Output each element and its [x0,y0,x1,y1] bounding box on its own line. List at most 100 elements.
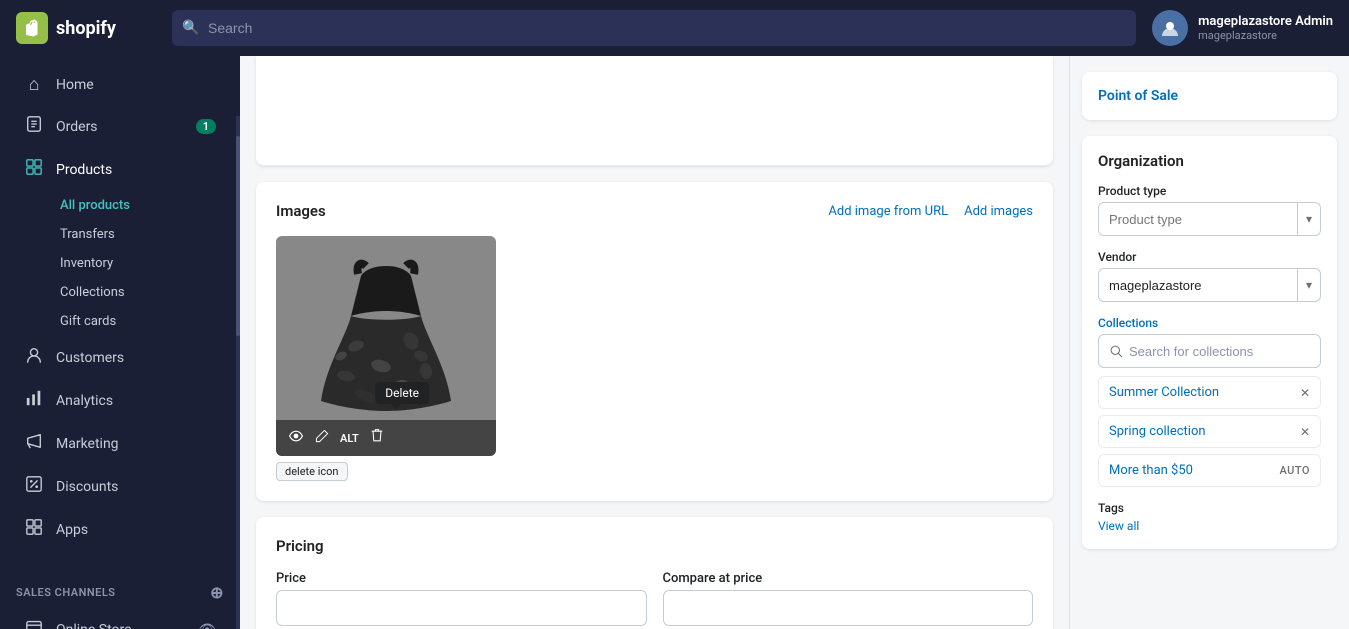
pricing-title: Pricing [276,537,1033,555]
vendor-select[interactable]: ▾ [1098,268,1321,302]
sidebar-item-discounts[interactable]: Discounts [8,465,232,508]
pos-title: Point of Sale [1098,88,1321,104]
sidebar-sub-transfers[interactable]: Transfers [8,220,232,249]
delete-icon-label: delete icon [276,462,348,481]
user-info: mageplazastore Admin mageplazastore [1198,14,1333,42]
product-image-thumbnail: ALT Delete [276,236,496,456]
remove-summer-collection-button[interactable]: ✕ [1300,386,1310,400]
search-icon: 🔍 [182,20,199,36]
auto-badge: AUTO [1279,464,1310,477]
marketing-icon [24,432,44,455]
collection-auto-more50: More than $50 AUTO [1098,454,1321,487]
sub-item-label: Gift cards [60,314,116,329]
sub-item-label: Transfers [60,227,115,242]
sidebar-item-label: Discounts [56,479,118,495]
pricing-grid: Price Compare at price [276,571,1033,626]
sidebar-item-products[interactable]: Products [8,148,232,191]
product-type-arrow[interactable]: ▾ [1297,203,1320,235]
sidebar-item-home[interactable]: ⌂ Home [8,64,232,105]
organization-title: Organization [1098,152,1321,170]
compare-price-label: Compare at price [663,571,1034,586]
product-type-select[interactable]: ▾ [1098,202,1321,236]
collections-group: Collections Summer Collection ✕ Spring c… [1098,316,1321,487]
view-icon[interactable] [288,428,304,448]
online-store-icon [24,618,44,629]
collection-tag-spring: Spring collection ✕ [1098,415,1321,448]
collections-label: Collections [1098,316,1321,330]
sidebar-item-customers[interactable]: Customers [8,336,232,379]
organization-card: Organization Product type ▾ Vendor ▾ Co [1082,136,1337,549]
home-icon: ⌂ [24,74,44,95]
sidebar-item-analytics[interactable]: Analytics [8,379,232,422]
price-label: Price [276,571,647,586]
collection-tag-summer: Summer Collection ✕ [1098,376,1321,409]
search-collections[interactable] [1098,334,1321,368]
logo[interactable]: shopify [16,12,156,44]
image-overlay: ALT [276,420,496,456]
description-card-top [256,56,1053,166]
add-image-url-button[interactable]: Add image from URL [828,204,948,219]
point-of-sale-card: Point of Sale [1082,72,1337,120]
price-input[interactable] [276,590,647,626]
user-menu[interactable]: mageplazastore Admin mageplazastore [1152,10,1333,46]
sidebar-item-marketing[interactable]: Marketing [8,422,232,465]
sidebar-item-label: Online Store [56,622,132,629]
avatar [1152,10,1188,46]
add-images-button[interactable]: Add images [964,204,1033,219]
products-icon [24,158,44,181]
vendor-input[interactable] [1099,269,1297,301]
shopify-logo-icon [16,12,48,44]
search-input[interactable] [172,10,1136,46]
tags-label: Tags [1098,501,1321,515]
sidebar-item-label: Marketing [56,436,119,452]
sidebar-item-orders[interactable]: Orders 1 [8,105,232,148]
images-actions: Add image from URL Add images [828,204,1033,219]
user-store: mageplazastore [1198,29,1333,42]
orders-icon [24,115,44,138]
analytics-icon [24,389,44,412]
discounts-icon [24,475,44,498]
customers-icon [24,346,44,369]
orders-badge: 1 [196,119,216,134]
images-card: Images Add image from URL Add images [256,182,1053,501]
view-all-tags-link[interactable]: View all [1098,519,1321,533]
image-container: ALT Delete de [276,236,496,481]
sidebar-item-label: Analytics [56,393,113,409]
user-name: mageplazastore Admin [1198,14,1333,29]
sidebar-item-online-store[interactable]: Online Store 👁 [8,608,232,629]
product-type-input[interactable] [1099,203,1297,235]
alt-text-label[interactable]: ALT [340,432,359,445]
delete-tooltip: Delete [375,382,429,404]
sidebar-sub-inventory[interactable]: Inventory [8,249,232,278]
pricing-card: Pricing Price Compare at price [256,517,1053,629]
sidebar-sub-all-products[interactable]: All products [8,191,232,220]
edit-icon[interactable] [314,428,330,448]
vendor-arrow[interactable]: ▾ [1297,269,1320,301]
product-type-label: Product type [1098,184,1321,198]
tags-section: Tags View all [1098,501,1321,533]
collections-search-input[interactable] [1129,344,1310,359]
sales-channels-section: SALES CHANNELS ⊕ [0,567,240,608]
right-panel: Point of Sale Organization Product type … [1069,56,1349,629]
apps-icon [24,518,44,541]
sub-item-label: Inventory [60,256,113,271]
add-channel-button[interactable]: ⊕ [210,583,224,602]
scroll-indicator [236,116,240,629]
sidebar-item-apps[interactable]: Apps [8,508,232,551]
product-type-group: Product type ▾ [1098,184,1321,236]
collection-auto-name: More than $50 [1109,463,1193,478]
visibility-icon: 👁 [198,622,216,629]
images-title: Images [276,202,326,220]
global-search[interactable]: 🔍 [172,10,1136,46]
sidebar-item-label: Products [56,162,112,178]
sidebar-item-label: Customers [56,350,124,366]
delete-button[interactable] [369,428,385,448]
vendor-label: Vendor [1098,250,1321,264]
sidebar-sub-collections[interactable]: Collections [8,278,232,307]
compare-price-input[interactable] [663,590,1034,626]
sidebar-sub-gift-cards[interactable]: Gift cards [8,307,232,336]
scroll-thumb[interactable] [236,136,240,336]
collection-tag-name: Spring collection [1109,424,1206,439]
remove-spring-collection-button[interactable]: ✕ [1300,425,1310,439]
sidebar: ⌂ Home Orders 1 [0,56,240,629]
